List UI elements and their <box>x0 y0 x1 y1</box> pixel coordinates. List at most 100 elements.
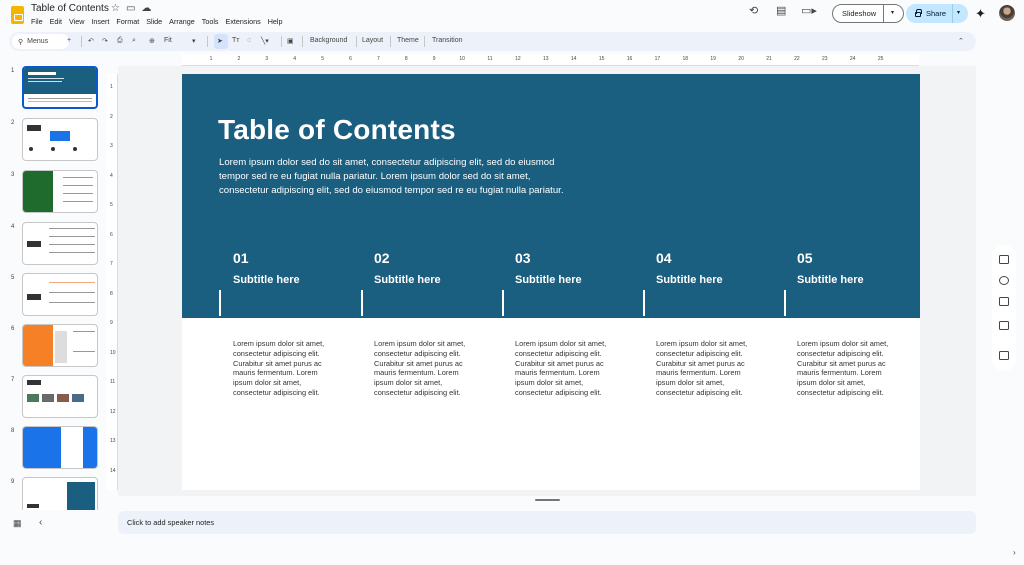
ruler-tick: 14 <box>110 467 116 474</box>
slide-thumbnail[interactable] <box>22 426 98 469</box>
search-icon: ⚲ <box>18 38 24 46</box>
text-box-icon[interactable]: Tт <box>232 37 239 44</box>
redo-icon[interactable]: ↷ <box>102 37 108 45</box>
ruler-tick: 12 <box>110 408 116 415</box>
line-icon[interactable]: ╲▾ <box>261 37 269 45</box>
share-dropdown-icon[interactable]: ▾ <box>957 9 960 16</box>
collapse-toolbar-icon[interactable]: ⌃ <box>958 37 964 45</box>
comment-icon[interactable]: ▣ <box>287 37 294 45</box>
slide-thumbnail[interactable] <box>22 170 98 213</box>
slide-thumbnail[interactable] <box>22 118 98 161</box>
menu-bar: File Edit View Insert Format Slide Arran… <box>31 17 290 26</box>
ruler-tick: 21 <box>766 56 772 62</box>
vertical-ruler: 1 2 3 4 5 6 7 8 9 10 11 12 13 14 <box>106 66 118 496</box>
slide-thumbnail[interactable] <box>22 66 98 109</box>
share-button[interactable]: Share ▾ <box>906 4 968 23</box>
toc-body[interactable]: Lorem ipsum dolor sit amet, consectetur … <box>515 339 610 398</box>
slideshow-dropdown-icon[interactable]: ▾ <box>891 9 894 16</box>
menu-file[interactable]: File <box>31 17 43 26</box>
ruler-tick: 7 <box>377 56 380 62</box>
ruler-tick: 22 <box>794 56 800 62</box>
toc-body[interactable]: Lorem ipsum dolor sit amet, consectetur … <box>797 339 892 398</box>
notes-resize-handle[interactable] <box>535 499 560 501</box>
menu-format[interactable]: Format <box>116 17 139 26</box>
move-folder-icon[interactable]: ▭ <box>126 3 135 14</box>
ruler-tick: 7 <box>110 261 113 267</box>
folder-icon[interactable] <box>999 321 1009 330</box>
toc-number: 02 <box>374 250 390 266</box>
expand-panel-icon[interactable]: › <box>1013 548 1016 557</box>
ruler-tick: 6 <box>110 231 113 238</box>
ruler-tick: 11 <box>487 56 493 62</box>
slide-thumbnail[interactable] <box>22 375 98 418</box>
layout-button[interactable]: Layout <box>362 37 383 44</box>
menu-insert[interactable]: Insert <box>91 17 109 26</box>
ruler-tick: 24 <box>849 56 856 62</box>
slide-number: 5 <box>11 275 15 281</box>
slide-thumbnail[interactable] <box>22 477 98 510</box>
menu-arrange[interactable]: Arrange <box>169 17 195 26</box>
document-title[interactable]: Table of Contents <box>31 3 109 14</box>
version-history-icon[interactable]: ⟲ <box>749 4 758 17</box>
toc-body[interactable]: Lorem ipsum dolor sit amet, consectetur … <box>374 339 469 398</box>
toc-item[interactable]: 05 Subtitle here <box>797 250 937 286</box>
slide-filmstrip: 1 2 3 4 5 6 7 8 9 <box>0 60 108 510</box>
menu-tools[interactable]: Tools <box>202 17 219 26</box>
calendar-icon[interactable] <box>999 255 1009 264</box>
select-cursor-icon[interactable]: ➤ <box>217 37 223 45</box>
paint-format-icon[interactable]: ⌕ <box>132 37 136 45</box>
toc-item[interactable]: 04 Subtitle here <box>656 250 796 286</box>
toc-subtitle: Subtitle here <box>797 274 864 286</box>
ruler-tick: 2 <box>110 113 113 120</box>
slide-number: 1 <box>11 68 15 74</box>
get-add-ons-icon[interactable] <box>999 351 1009 360</box>
toc-body[interactable]: Lorem ipsum dolor sit amet, consectetur … <box>656 339 751 398</box>
zoom-icon[interactable]: ⊕ <box>149 37 155 45</box>
slides-logo-icon[interactable] <box>11 6 24 24</box>
slide-number: 9 <box>11 479 15 485</box>
slide-title[interactable]: Table of Contents <box>218 114 456 146</box>
menu-extensions[interactable]: Extensions <box>226 17 261 26</box>
slideshow-button[interactable]: Slideshow ▾ <box>832 4 904 23</box>
toc-item[interactable]: 03 Subtitle here <box>515 250 655 286</box>
tasks-icon[interactable] <box>999 297 1009 306</box>
ruler-tick: 19 <box>710 56 716 62</box>
toc-divider <box>784 290 786 316</box>
menu-help[interactable]: Help <box>268 17 283 26</box>
star-icon[interactable]: ☆ <box>111 3 120 14</box>
theme-button[interactable]: Theme <box>397 37 419 44</box>
toc-number: 05 <box>797 250 813 266</box>
grid-view-icon[interactable]: ▦ <box>13 518 22 529</box>
toc-item[interactable]: 02 Subtitle here <box>374 250 514 286</box>
slide-number: 8 <box>11 428 15 434</box>
search-menus[interactable]: ⚲ Menus <box>12 34 69 49</box>
transition-button[interactable]: Transition <box>432 37 462 44</box>
current-slide[interactable]: Table of Contents Lorem ipsum dolor sed … <box>182 74 920 490</box>
shape-icon[interactable]: ◌ <box>247 37 251 44</box>
slide-thumbnail[interactable] <box>22 324 98 367</box>
new-slide-icon[interactable]: + <box>67 37 71 44</box>
slide-description[interactable]: Lorem ipsum dolor sed do sit amet, conse… <box>219 156 564 198</box>
slide-thumbnail[interactable] <box>22 273 98 316</box>
slide-thumbnail[interactable] <box>22 222 98 265</box>
comments-icon[interactable]: ▤ <box>776 4 786 17</box>
ruler-tick: 3 <box>265 56 269 62</box>
ruler-tick: 18 <box>682 56 689 62</box>
zoom-dropdown-icon[interactable]: ▾ <box>192 37 196 45</box>
toc-item[interactable]: 01 Subtitle here <box>233 250 373 286</box>
collapse-filmstrip-icon[interactable]: ‹ <box>39 517 42 528</box>
menu-edit[interactable]: Edit <box>50 17 62 26</box>
cloud-status-icon[interactable]: ☁ <box>141 3 151 14</box>
zoom-select[interactable]: Fit <box>164 37 172 44</box>
toc-body[interactable]: Lorem ipsum dolor sit amet, consectetur … <box>233 339 328 398</box>
background-button[interactable]: Background <box>310 37 347 44</box>
keep-icon[interactable] <box>999 276 1009 285</box>
undo-icon[interactable]: ↶ <box>88 37 94 45</box>
menu-view[interactable]: View <box>69 17 84 26</box>
print-icon[interactable]: ⎙ <box>117 37 123 45</box>
speaker-notes[interactable]: Click to add speaker notes <box>118 511 976 534</box>
menu-slide[interactable]: Slide <box>146 17 162 26</box>
account-avatar[interactable] <box>999 5 1015 21</box>
gemini-sparkle-icon[interactable]: ✦ <box>975 6 986 22</box>
meet-icon[interactable]: ▭▸ <box>801 4 817 17</box>
